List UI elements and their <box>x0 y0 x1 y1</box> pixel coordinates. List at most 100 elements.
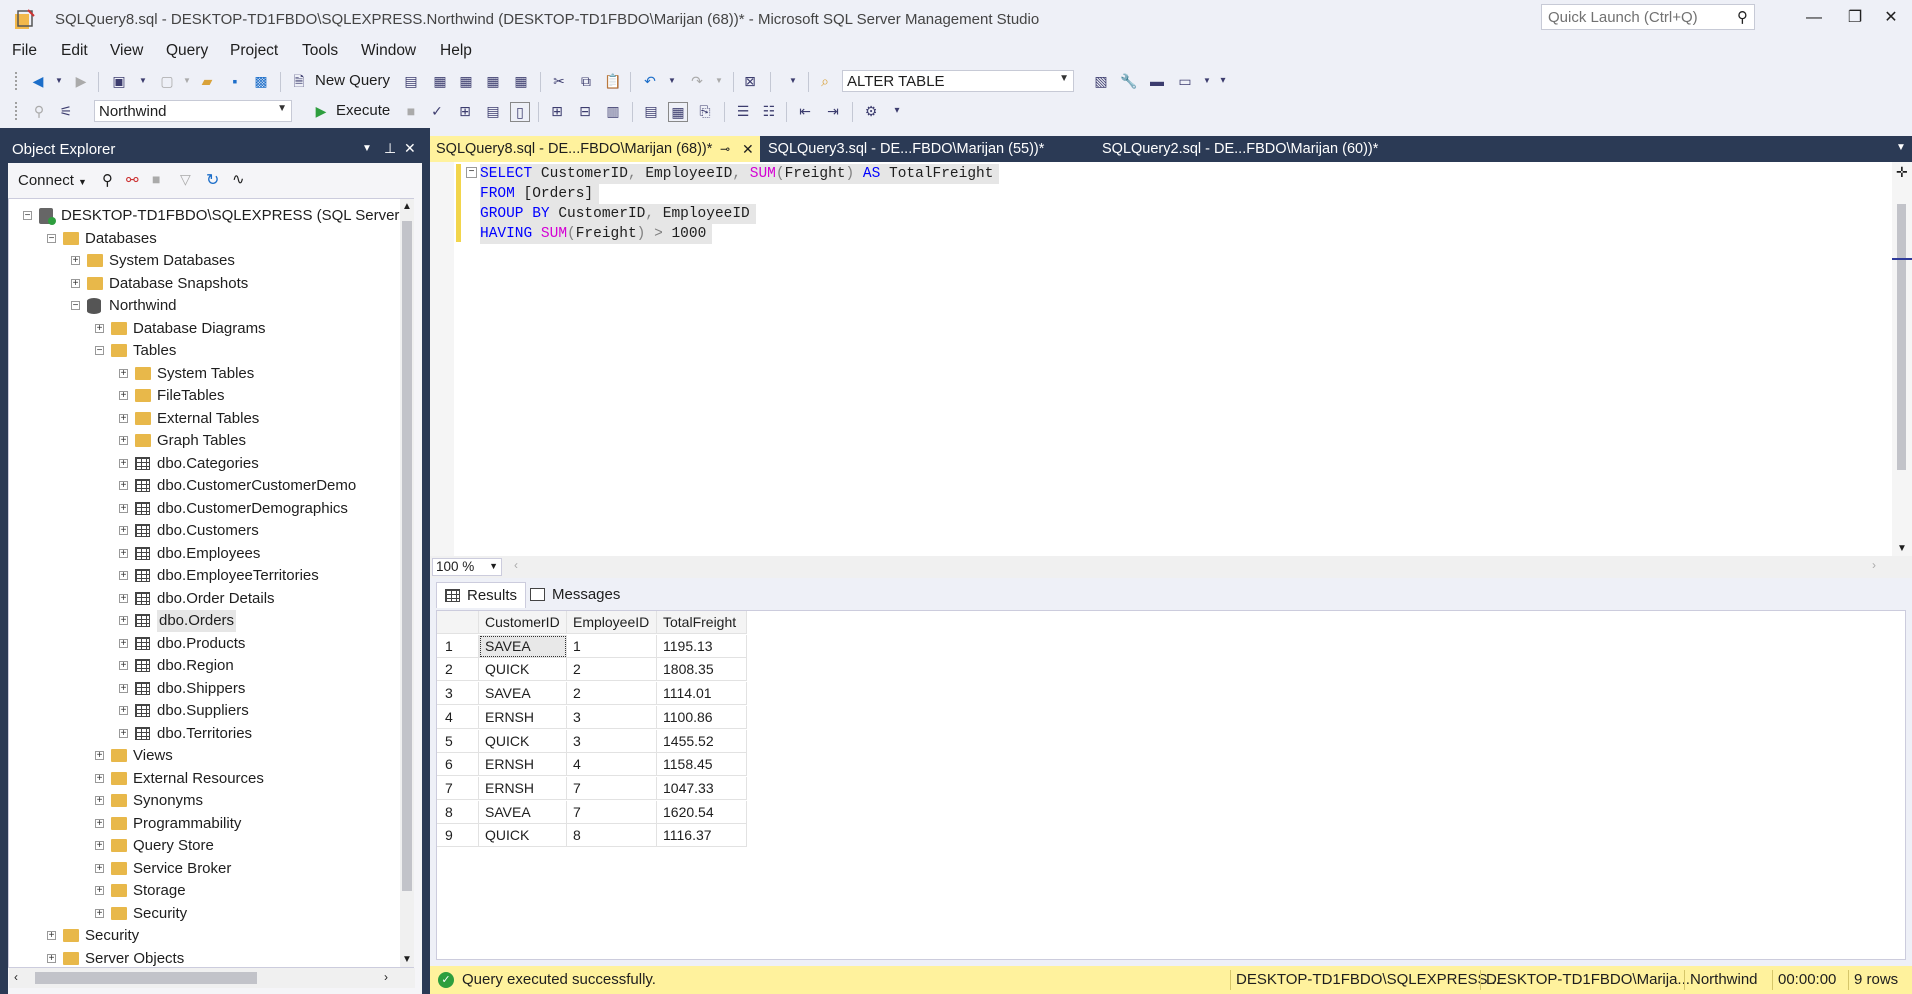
execute-button[interactable]: Execute <box>336 102 390 119</box>
paste-icon[interactable]: 📋 <box>604 72 622 90</box>
grid-cell[interactable]: 2 <box>567 658 657 682</box>
parse-icon[interactable]: ✓ <box>428 102 446 120</box>
save-icon[interactable]: ▪ <box>226 72 244 90</box>
menu-help[interactable]: Help <box>440 42 472 60</box>
row-number[interactable]: 8 <box>437 800 479 824</box>
comment-out-icon[interactable]: ☰ <box>734 102 752 120</box>
scroll-left-icon[interactable]: ‹ <box>514 558 518 572</box>
pin-icon[interactable]: ⊥ <box>384 140 396 157</box>
grid-cell[interactable]: 1047.33 <box>657 776 747 800</box>
scroll-up-icon[interactable]: ▲ <box>402 201 412 212</box>
save-all-icon[interactable]: ▩ <box>252 72 270 90</box>
grid-cell[interactable]: 1100.86 <box>657 705 747 729</box>
tree-node[interactable]: + dbo.Suppliers <box>9 700 401 722</box>
grid-cell[interactable]: QUICK <box>479 729 567 753</box>
add-item-dropdown-icon[interactable]: ▼ <box>178 72 196 90</box>
tree-node[interactable]: + System Tables <box>9 363 401 385</box>
tab-overflow-icon[interactable]: ▼ <box>1896 142 1906 153</box>
tree-node[interactable]: + Query Store <box>9 835 401 857</box>
tree-node[interactable]: + External Tables <box>9 408 401 430</box>
expand-icon[interactable]: + <box>119 706 128 716</box>
copy-icon[interactable]: ⧉ <box>577 72 595 90</box>
toolbar-grip[interactable] <box>14 71 18 91</box>
disconnect-icon[interactable]: ⚯ <box>126 171 139 189</box>
expand-icon[interactable]: + <box>119 728 128 738</box>
row-number[interactable]: 1 <box>437 634 479 658</box>
grid-cell[interactable]: 1620.54 <box>657 800 747 824</box>
row-number[interactable]: 2 <box>437 658 479 682</box>
menu-view[interactable]: View <box>110 42 143 60</box>
expand-icon[interactable]: + <box>119 571 128 581</box>
expand-icon[interactable]: + <box>119 593 128 603</box>
grid-cell[interactable]: SAVEA <box>479 800 567 824</box>
grid-cell[interactable]: SAVEA <box>479 682 567 706</box>
grid-cell[interactable]: ERNSH <box>479 753 567 777</box>
search-icon[interactable]: ⚲ <box>1737 8 1748 26</box>
grid-cell[interactable]: SAVEA <box>479 634 567 658</box>
tree-node[interactable]: + Synonyms <box>9 790 401 812</box>
code-line[interactable]: GROUP BY CustomerID, EmployeeID <box>480 204 756 224</box>
expand-icon[interactable]: + <box>119 458 128 468</box>
scrollbar-thumb[interactable] <box>402 221 412 891</box>
expand-icon[interactable]: + <box>119 661 128 671</box>
code-line[interactable]: FROM [Orders] <box>480 184 600 204</box>
row-number[interactable]: 3 <box>437 682 479 706</box>
undo-dropdown-icon[interactable]: ▼ <box>663 72 681 90</box>
column-header[interactable]: EmployeeID <box>567 611 657 634</box>
connect-icon[interactable]: ⚲ <box>30 102 48 120</box>
mdx-query-icon[interactable]: ▦ <box>431 72 449 90</box>
tab-messages[interactable]: Messages <box>522 582 628 608</box>
scroll-down-icon[interactable]: ▼ <box>402 954 412 965</box>
properties-icon[interactable]: 🔧 <box>1120 72 1138 90</box>
results-grid[interactable]: CustomerID EmployeeID TotalFreight 1 SAVEA 1 1… <box>436 610 1906 960</box>
tree-node[interactable]: + dbo.Employees <box>9 543 401 565</box>
scroll-left-icon[interactable]: ‹ <box>14 970 18 984</box>
activity-monitor-icon[interactable]: ⊠ <box>741 72 759 90</box>
expand-icon[interactable]: + <box>119 548 128 558</box>
row-number[interactable]: 9 <box>437 824 479 848</box>
grid-cell[interactable]: ERNSH <box>479 776 567 800</box>
command-window-icon[interactable]: ▭ <box>1176 72 1194 90</box>
grid-corner[interactable] <box>437 611 479 634</box>
expand-icon[interactable]: + <box>95 908 104 918</box>
available-databases-combo[interactable]: Northwind ▼ <box>94 100 292 122</box>
expand-icon[interactable]: + <box>119 436 128 446</box>
pin-icon[interactable]: ⊸ <box>720 136 730 162</box>
solution-config-dropdown-icon[interactable]: ▼ <box>784 72 802 90</box>
expand-icon[interactable]: + <box>119 391 128 401</box>
execute-icon[interactable]: ▶ <box>312 102 330 120</box>
row-number[interactable]: 5 <box>437 729 479 753</box>
stop-icon[interactable]: ■ <box>152 171 160 187</box>
new-project-icon[interactable]: ▣ <box>110 72 128 90</box>
collapse-icon[interactable]: − <box>47 233 56 243</box>
toolbar-overflow-icon[interactable]: ▾ <box>888 102 906 120</box>
scrollbar-thumb[interactable] <box>1897 204 1906 470</box>
editor-vertical-scrollbar[interactable]: ✛ ▼ <box>1892 162 1912 556</box>
scrollbar-thumb[interactable] <box>35 972 257 984</box>
grid-cell[interactable]: 8 <box>567 824 657 848</box>
tree-node[interactable]: + System Databases <box>9 250 401 272</box>
row-number[interactable]: 7 <box>437 776 479 800</box>
expand-icon[interactable]: + <box>119 503 128 513</box>
menu-query[interactable]: Query <box>166 42 208 60</box>
expand-icon[interactable]: + <box>119 638 128 648</box>
tab-sqlquery8[interactable]: SQLQuery8.sql - DE...FBDO\Marijan (68))*… <box>430 136 760 162</box>
collapse-icon[interactable]: − <box>466 167 477 178</box>
grid-cell[interactable]: 1116.37 <box>657 824 747 848</box>
toolbar-grip[interactable] <box>14 101 18 121</box>
query-options-icon[interactable]: ▤ <box>484 102 502 120</box>
expand-icon[interactable]: + <box>95 796 104 806</box>
collapse-icon[interactable]: − <box>95 346 104 356</box>
tree-node[interactable]: + FileTables <box>9 385 401 407</box>
minimize-button[interactable]: — <box>1797 6 1831 30</box>
grid-cell[interactable]: 3 <box>567 729 657 753</box>
expand-icon[interactable]: + <box>95 818 104 828</box>
grid-cell[interactable]: 3 <box>567 705 657 729</box>
expand-icon[interactable]: + <box>95 886 104 896</box>
find-in-files-icon[interactable]: ⌕ <box>816 72 834 90</box>
grid-cell[interactable]: QUICK <box>479 658 567 682</box>
expand-icon[interactable]: + <box>71 256 80 266</box>
collapse-icon[interactable]: − <box>71 301 80 311</box>
tree-node[interactable]: + dbo.Shippers <box>9 678 401 700</box>
expand-icon[interactable]: + <box>119 683 128 693</box>
